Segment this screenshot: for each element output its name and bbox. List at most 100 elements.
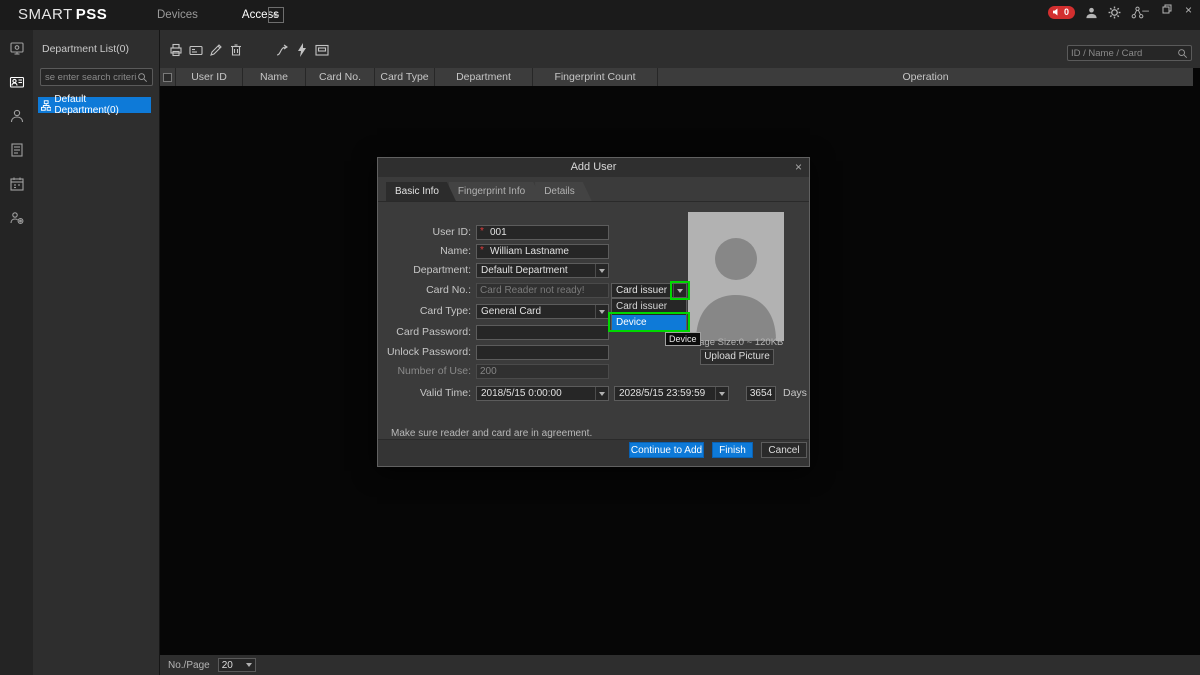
module-sidebar [0,30,33,675]
dialog-close-button[interactable]: × [795,158,802,177]
unlock-password-field-wrap [476,345,609,360]
user-toolbar [160,30,1200,68]
restore-button[interactable] [1162,3,1172,17]
chevron-down-icon [599,310,605,314]
department-item-default[interactable]: Default Department(0) [38,97,151,113]
log-icon[interactable] [9,142,25,158]
new-tab-button[interactable]: + [268,7,284,23]
user-id-input[interactable] [476,225,609,240]
issue-card-button[interactable] [167,41,184,58]
unlock-password-input[interactable] [476,345,609,360]
select-all-checkbox[interactable] [163,73,172,82]
alarm-count: 0 [1064,7,1069,17]
department-search [40,68,153,86]
card-type-select-value: General Card [481,305,593,318]
logo-smart: SMART [18,6,73,23]
name-label: Name: [378,244,471,259]
name-input[interactable] [476,244,609,259]
quick-issue-icon [294,42,310,58]
card-password-field-wrap [476,325,609,340]
column-department[interactable]: Department [435,68,533,86]
department-label: Department: [378,263,471,278]
page-size-select[interactable]: 20 [218,658,256,672]
alarm-badge[interactable]: 0 [1048,6,1075,19]
close-button[interactable]: × [1185,3,1192,17]
titlebar: SMARTPSS Devices Access + 0 – × [0,0,1200,30]
smart-pss-window: SMARTPSS Devices Access + 0 – × 09:21:08 [0,0,1200,675]
search-icon[interactable] [1177,48,1188,59]
tab-devices[interactable]: Devices [135,0,220,30]
device-tooltip: Device [665,332,701,346]
user-card-icon[interactable] [9,74,25,90]
dropdown-arrow[interactable] [595,305,608,318]
cancel-button[interactable]: Cancel [761,442,807,458]
user-id-label: User ID: [378,225,471,240]
finish-button[interactable]: Finish [712,442,753,458]
person-icon[interactable] [9,108,25,124]
chevron-down-icon [599,269,605,273]
tab-divider [378,201,809,202]
schedule-icon[interactable] [9,176,25,192]
settings-gear-icon[interactable] [1108,6,1121,19]
column-card-type[interactable]: Card Type [375,68,435,86]
dropdown-arrow[interactable] [595,387,608,400]
card-no-input[interactable] [476,283,609,298]
card-reader-button[interactable] [313,41,330,58]
valid-time-label: Valid Time: [378,386,471,401]
upload-picture-button[interactable]: Upload Picture [700,349,774,365]
status-bar: No./Page 20 [160,655,1200,675]
user-search-input[interactable] [1071,48,1177,59]
card-reader-icon [314,42,330,58]
number-of-use-field-wrap [476,364,609,379]
quick-issue-button[interactable] [293,41,310,58]
click-highlight-arrow [670,281,690,300]
add-user-dialog: Add User × Basic Info Fingerprint Info D… [377,157,810,467]
edit-button[interactable] [207,41,224,58]
column-user-id[interactable]: User ID [176,68,243,86]
continue-to-add-button[interactable]: Continue to Add [629,442,704,458]
minimize-button[interactable]: – [1142,3,1149,17]
column-fingerprint-count[interactable]: Fingerprint Count [533,68,658,86]
user-table-header: User ID Name Card No. Card Type Departme… [160,68,1193,86]
dropdown-arrow[interactable] [715,387,728,400]
reader-select-value: Card issuer [616,284,671,297]
department-search-input[interactable] [45,72,137,83]
valid-time-start-select[interactable]: 2018/5/15 0:00:00 [476,386,609,401]
export-icon [274,42,290,58]
column-name[interactable]: Name [243,68,306,86]
page-size-value: 20 [222,660,233,671]
tab-basic-info[interactable]: Basic Info [386,182,456,201]
titlebar-icons: 0 [1048,4,1144,20]
person-silhouette [688,212,784,341]
add-card-button[interactable] [187,41,204,58]
required-mark: * [480,245,484,256]
column-operation[interactable]: Operation [658,68,1193,86]
card-type-select[interactable]: General Card [476,304,609,319]
valid-time-end-select[interactable]: 2028/5/15 23:59:59 [614,386,729,401]
tab-details[interactable]: Details [535,182,592,201]
user-icon[interactable] [1085,6,1098,19]
delete-icon [228,42,244,58]
card-password-input[interactable] [476,325,609,340]
card-no-field-wrap [476,283,609,298]
speaker-icon [1053,8,1061,16]
valid-days-value: 3654 [746,386,776,401]
department-item-label: Default Department(0) [54,94,148,116]
select-all-cell [160,68,176,86]
delete-button[interactable] [227,41,244,58]
export-button[interactable] [273,41,290,58]
permission-icon[interactable] [9,210,25,226]
column-card-no[interactable]: Card No. [306,68,375,86]
window-controls: – × [1142,3,1192,17]
page-size-label: No./Page [168,660,210,671]
dropdown-arrow[interactable] [595,264,608,277]
tab-access[interactable]: Access [220,0,301,30]
search-icon[interactable] [137,72,148,83]
reader-note: Make sure reader and card are in agreeme… [391,428,592,439]
number-of-use-input[interactable] [476,364,609,379]
department-select[interactable]: Default Department [476,263,609,278]
number-of-use-label: Number of Use: [378,364,471,379]
tab-fingerprint-info[interactable]: Fingerprint Info [449,182,542,201]
console-icon[interactable] [9,40,25,56]
department-panel: Department List(0) Default Department(0) [33,30,160,675]
